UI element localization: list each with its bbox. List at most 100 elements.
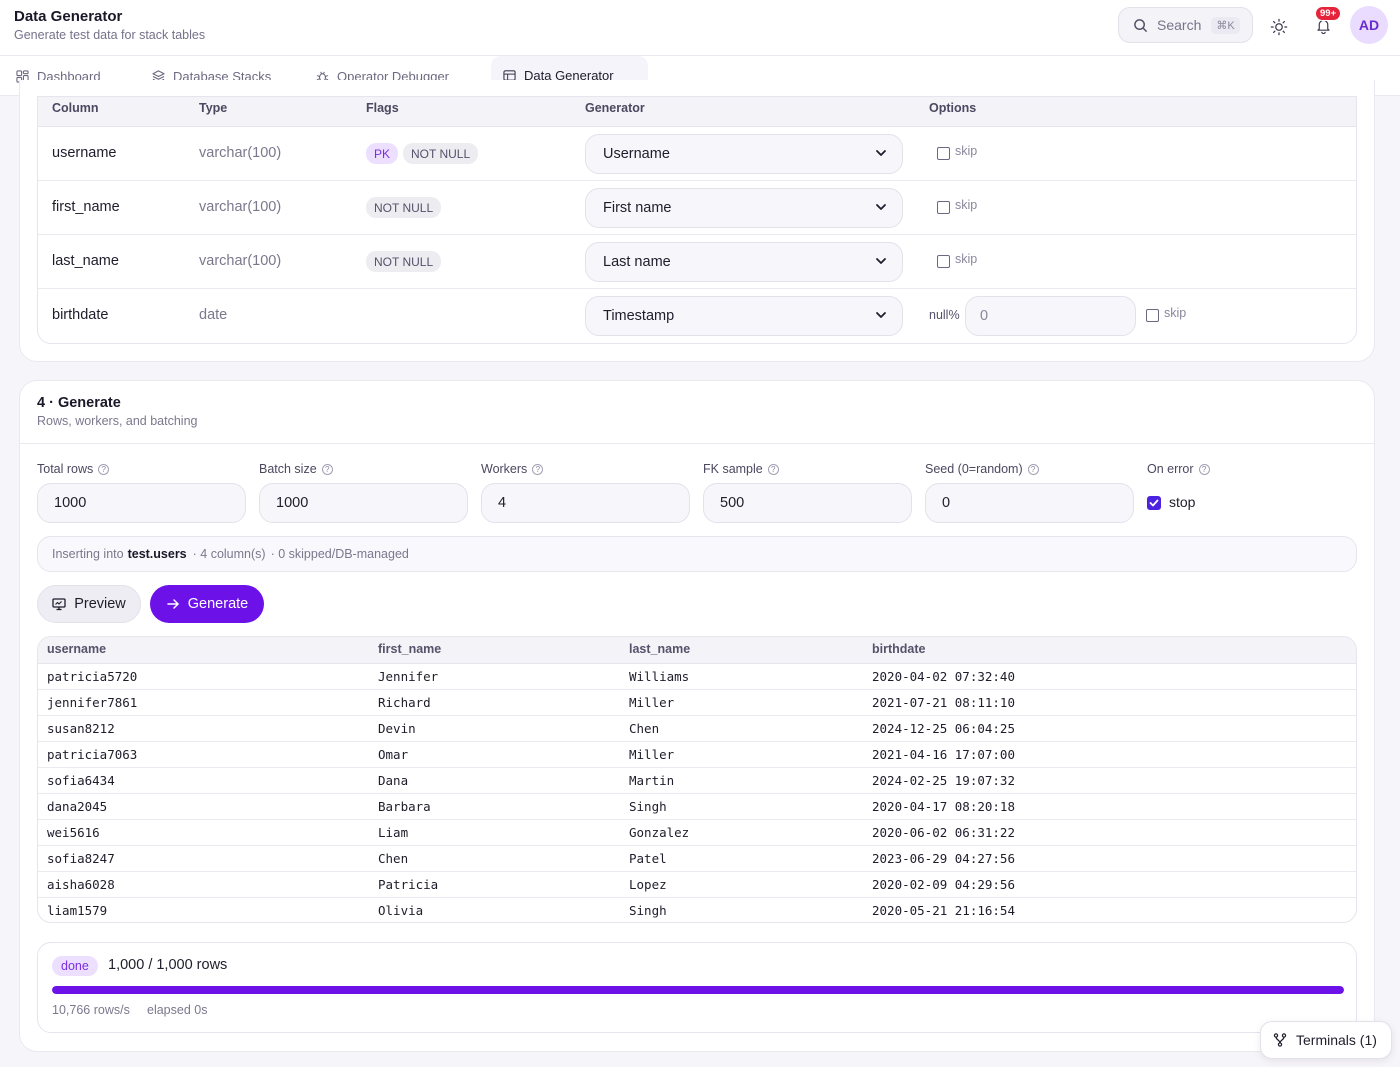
info-prefix: Inserting into xyxy=(52,547,124,561)
generator-value: Last name xyxy=(603,254,671,270)
cell-username: wei5616 xyxy=(47,825,100,840)
monitor-icon xyxy=(52,598,66,611)
section-title: 4 · Generate xyxy=(37,395,121,411)
cell-last-name: Singh xyxy=(629,799,667,814)
field-label-text: FK sample xyxy=(703,462,763,476)
cell-username: liam1579 xyxy=(47,903,108,918)
generator-select[interactable]: First name xyxy=(585,188,903,228)
cell-first-name: Chen xyxy=(378,851,409,866)
preview-label: Preview xyxy=(74,596,126,612)
top-bar: Data Generator Generate test data for st… xyxy=(0,0,1400,56)
column-name: birthdate xyxy=(52,307,109,323)
preview-table: username first_name last_name birthdate … xyxy=(37,636,1357,923)
column-row-username: username varchar(100) PK NOT NULL Userna… xyxy=(38,127,1356,181)
cell-last-name: Miller xyxy=(629,747,675,762)
branch-icon xyxy=(1273,1033,1287,1047)
generate-button[interactable]: Generate xyxy=(150,585,264,623)
cell-first-name: Dana xyxy=(378,773,409,788)
progress-bar xyxy=(52,986,1344,994)
column-row-birthdate: birthdate date Timestamp null% 0 skip xyxy=(38,289,1356,343)
header-column: Column xyxy=(52,101,99,115)
preview-button[interactable]: Preview xyxy=(37,585,141,623)
cell-last-name: Williams xyxy=(629,669,690,684)
cell-username: sofia6434 xyxy=(47,773,115,788)
columns-table: Column Type Flags Generator Options user… xyxy=(37,96,1357,344)
generator-select[interactable]: Last name xyxy=(585,242,903,282)
check-icon xyxy=(1149,499,1159,507)
cell-last-name: Martin xyxy=(629,773,675,788)
batch-size-input[interactable]: 1000 xyxy=(259,483,468,523)
cell-username: dana2045 xyxy=(47,799,108,814)
column-row-last-name: last_name varchar(100) NOT NULL Last nam… xyxy=(38,235,1356,289)
cell-username: patricia5720 xyxy=(47,669,138,684)
cell-first-name: Patricia xyxy=(378,877,439,892)
cell-last-name: Chen xyxy=(629,721,660,736)
table-row: aisha6028 Patricia Lopez 2020-02-09 04:29:5… xyxy=(38,872,1356,898)
total-rows-label: Total rows? xyxy=(37,462,110,476)
cell-username: aisha6028 xyxy=(47,877,115,892)
header-generator: Generator xyxy=(585,101,645,115)
fk-sample-input[interactable]: 500 xyxy=(703,483,912,523)
skip-checkbox[interactable] xyxy=(937,201,950,214)
elapsed-label: elapsed 0s xyxy=(147,1003,208,1017)
null-percent-input[interactable]: 0 xyxy=(965,296,1136,336)
generator-select[interactable]: Username xyxy=(585,134,903,174)
cell-first-name: Omar xyxy=(378,747,409,762)
arrow-right-icon xyxy=(167,599,179,609)
pk-flag-badge: PK xyxy=(366,143,399,164)
generator-select[interactable]: Timestamp xyxy=(585,296,903,336)
search-button[interactable]: Search ⌘K xyxy=(1118,7,1253,43)
table-row: sofia8247 Chen Patel 2023-06-29 04:27:56 xyxy=(38,846,1356,872)
chevron-down-icon xyxy=(876,258,886,264)
skip-checkbox[interactable] xyxy=(937,147,950,160)
help-icon[interactable]: ? xyxy=(1198,463,1210,475)
table-row: patricia7063 Omar Miller 2021-04-16 17:07:0… xyxy=(38,742,1356,768)
app-subtitle: Generate test data for stack tables xyxy=(14,28,206,42)
not-null-flag-badge: NOT NULL xyxy=(366,197,442,218)
workers-input[interactable]: 4 xyxy=(481,483,690,523)
cell-birthdate: 2020-02-09 04:29:56 xyxy=(872,877,1015,892)
skip-label: skip xyxy=(955,144,978,158)
seed-label: Seed (0=random)? xyxy=(925,462,1039,476)
avatar[interactable]: AD xyxy=(1350,6,1388,44)
cell-birthdate: 2024-12-25 06:04:25 xyxy=(872,721,1015,736)
generator-value: Timestamp xyxy=(603,308,675,324)
skip-checkbox[interactable] xyxy=(1146,309,1159,322)
terminals-button[interactable]: Terminals (1) xyxy=(1260,1021,1392,1059)
progress-bar-fill xyxy=(52,986,1344,994)
cell-first-name: Richard xyxy=(378,695,431,710)
stop-on-error-checkbox[interactable] xyxy=(1147,496,1161,510)
help-icon[interactable]: ? xyxy=(1027,463,1039,475)
search-icon xyxy=(1134,18,1148,32)
seed-input[interactable]: 0 xyxy=(925,483,1134,523)
generate-label: Generate xyxy=(187,596,249,612)
skip-checkbox[interactable] xyxy=(937,255,950,268)
on-error-label: On error? xyxy=(1147,462,1210,476)
stop-on-error-label: stop xyxy=(1169,494,1196,510)
cell-username: patricia7063 xyxy=(47,747,138,762)
column-row-first-name: first_name varchar(100) NOT NULL First n… xyxy=(38,181,1356,235)
insert-info-bar: Inserting into test.users · 4 column(s) … xyxy=(37,536,1357,572)
chevron-down-icon xyxy=(876,312,886,318)
search-shortcut: ⌘K xyxy=(1211,16,1240,34)
help-icon[interactable]: ? xyxy=(532,463,544,475)
status-badge: done xyxy=(52,956,98,976)
table-row: sofia6434 Dana Martin 2024-02-25 19:07:32 xyxy=(38,768,1356,794)
theme-toggle-button[interactable] xyxy=(1266,14,1292,40)
help-icon[interactable]: ? xyxy=(98,463,110,475)
help-icon[interactable]: ? xyxy=(767,463,779,475)
table-row: patricia5720 Jennifer Williams 2020-04-02 0… xyxy=(38,664,1356,690)
total-rows-input[interactable]: 1000 xyxy=(37,483,246,523)
cell-first-name: Jennifer xyxy=(378,669,439,684)
header-type: Type xyxy=(199,101,228,115)
cell-first-name: Devin xyxy=(378,721,416,736)
table-row: susan8212 Devin Chen 2024-12-25 06:04:25 xyxy=(38,716,1356,742)
section-divider xyxy=(20,443,1374,444)
cell-birthdate: 2020-06-02 06:31:22 xyxy=(872,825,1015,840)
help-icon[interactable]: ? xyxy=(321,463,333,475)
cell-birthdate: 2021-04-16 17:07:00 xyxy=(872,747,1015,762)
header-username: username xyxy=(47,642,107,656)
column-type: varchar(100) xyxy=(199,253,282,269)
field-label-text: Total rows xyxy=(37,462,94,476)
generator-value: Username xyxy=(603,146,670,162)
